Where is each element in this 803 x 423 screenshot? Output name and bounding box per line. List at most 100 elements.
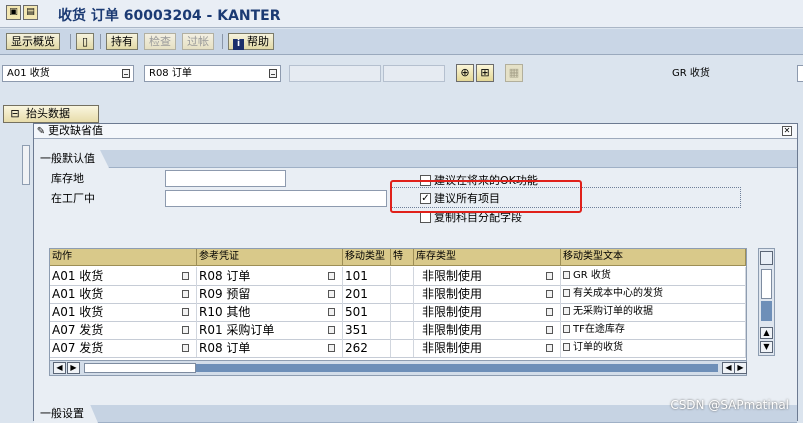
dialog-titlebar: ✎ 更改缺省值 ✕ [34, 124, 797, 139]
window-title: 收货 订单 60003204 - KANTER [58, 8, 281, 24]
table-row[interactable]: A01 收货 R09 预留 201 非限制使用 有关成本中心的发货 [50, 285, 746, 304]
watermark-text: CSDN @SAPmatinal [670, 398, 789, 412]
reference-select[interactable]: R08 订单 [144, 65, 281, 82]
cell-special [391, 303, 414, 321]
cell-reference: R09 预留 [199, 287, 251, 301]
dropdown-icon[interactable] [546, 290, 553, 298]
change-defaults-dialog: ✎ 更改缺省值 ✕ 一般默认值 库存地 在工厂中 建议在将来的OK功能 ✓ 建议所… [33, 123, 798, 423]
doc-icon [563, 307, 570, 315]
help-button-label: 帮助 [247, 35, 269, 48]
window-icons: ▣ ▤ [6, 5, 38, 20]
cell-movement-type: 501 [343, 303, 391, 321]
copy-account-assignment-checkbox[interactable] [420, 212, 431, 223]
cell-movement-text: 无采购订单的收据 [573, 306, 653, 317]
close-icon[interactable]: ✕ [782, 126, 792, 136]
document-number-field[interactable] [289, 65, 381, 82]
document-icon[interactable]: ▤ [23, 5, 38, 20]
dropdown-icon[interactable] [328, 344, 335, 352]
horizontal-scroll-thumb[interactable] [84, 363, 196, 373]
table-row[interactable]: A01 收货 R10 其他 501 非限制使用 无采购订单的收据 [50, 303, 746, 322]
background-tab-stub [22, 145, 30, 185]
cell-reference: R08 订单 [199, 341, 251, 355]
cell-stock-type: 非限制使用 [422, 269, 483, 283]
toolbar-separator [100, 34, 101, 49]
cell-action: A01 收货 [52, 287, 104, 301]
column-header-stock-type[interactable]: 库存类型 [414, 249, 561, 266]
column-header-action[interactable]: 动作 [50, 249, 197, 266]
general-settings-group-title: 一般设置 [34, 405, 98, 423]
cell-movement-text: 订单的收货 [573, 342, 623, 353]
scroll-up-icon[interactable]: ▲ [760, 327, 773, 339]
edit-icon: ✎ [36, 126, 46, 137]
system-menu-icon[interactable]: ▣ [6, 5, 21, 20]
help-button[interactable]: i 帮助 [228, 33, 274, 50]
dropdown-icon[interactable] [546, 272, 553, 280]
application-toolbar: 显示概览 ▯ 持有 检查 过帐 i 帮助 [0, 29, 803, 55]
vertical-scroll-track[interactable] [761, 301, 772, 321]
dropdown-icon[interactable] [328, 272, 335, 280]
scroll-left-icon[interactable]: ◀ [53, 362, 66, 374]
cell-special [391, 339, 414, 357]
cell-action: A01 收货 [52, 269, 104, 283]
dropdown-icon[interactable] [328, 290, 335, 298]
doc-icon [563, 325, 570, 333]
column-header-movement-text[interactable]: 移动类型文本 [561, 249, 746, 266]
table-row[interactable]: A07 发货 R08 订单 262 非限制使用 订单的收货 [50, 339, 746, 358]
dropdown-icon[interactable] [328, 308, 335, 316]
cell-movement-text: TF在途库存 [573, 324, 625, 335]
execute-icon[interactable]: ⊕ [456, 64, 474, 82]
storage-location-input[interactable] [165, 170, 286, 187]
title-bar: ▣ ▤ 收货 订单 60003204 - KANTER [0, 0, 803, 28]
header-data-button[interactable]: ⊟ 抬头数据 [3, 105, 99, 123]
header-data-icon: ⊟ [10, 107, 20, 120]
dropdown-icon[interactable] [182, 326, 189, 334]
column-header-special[interactable]: 特 [391, 249, 414, 266]
column-header-movement-type[interactable]: 移动类型 [343, 249, 391, 266]
new-document-icon[interactable]: ▯ [76, 33, 94, 50]
table-row[interactable]: A07 发货 R01 采购订单 351 非限制使用 TF在途库存 [50, 321, 746, 340]
scroll-right-icon[interactable]: ▶ [67, 362, 80, 374]
in-plant-label: 在工厂中 [51, 192, 95, 205]
table-settings-icon[interactable] [760, 251, 773, 265]
hold-button[interactable]: 持有 [106, 33, 138, 50]
cell-action: A07 发货 [52, 323, 104, 337]
scroll-down-icon[interactable]: ▼ [760, 341, 773, 353]
horizontal-scroll-track[interactable] [196, 364, 718, 372]
search-help-icon[interactable]: ⊞ [476, 64, 494, 82]
cell-movement-text: 有关成本中心的发货 [573, 288, 663, 299]
dropdown-icon[interactable] [182, 344, 189, 352]
highlight-box [390, 180, 582, 213]
scroll-right-end-icon[interactable]: ▶ [734, 362, 747, 374]
column-header-reference[interactable]: 参考凭证 [197, 249, 343, 266]
movement-type-label: GR 收货 [672, 68, 710, 79]
vertical-scrollbar[interactable]: ▲ ▼ [758, 248, 775, 356]
cell-movement-type: 101 [343, 267, 391, 285]
dropdown-icon[interactable] [546, 326, 553, 334]
info-icon: i [233, 39, 244, 50]
in-plant-input[interactable] [165, 190, 387, 207]
storage-location-label: 库存地 [51, 172, 84, 185]
table-row[interactable]: A01 收货 R08 订单 101 非限制使用 GR 收货 [50, 267, 746, 286]
cell-reference: R10 其他 [199, 305, 251, 319]
post-button[interactable]: 过帐 [182, 33, 214, 50]
dropdown-icon[interactable] [182, 272, 189, 280]
action-select[interactable]: A01 收货 [2, 65, 134, 82]
vertical-scroll-thumb[interactable] [761, 269, 772, 299]
cell-stock-type: 非限制使用 [422, 323, 483, 337]
doc-icon [563, 271, 570, 279]
cell-stock-type: 非限制使用 [422, 341, 483, 355]
horizontal-scrollbar[interactable]: ◀ ▶ ◀ ▶ [50, 360, 747, 375]
dropdown-icon[interactable] [182, 290, 189, 298]
reference-select-value: R08 订单 [149, 68, 192, 79]
doc-icon [563, 289, 570, 297]
document-item-field[interactable] [383, 65, 445, 82]
check-button[interactable]: 检查 [144, 33, 176, 50]
default-values-table: 动作 参考凭证 移动类型 特 库存类型 移动类型文本 A01 收货 R08 订单… [49, 248, 747, 376]
doc-icon [563, 343, 570, 351]
toolbar-separator [222, 34, 223, 49]
dropdown-icon[interactable] [546, 344, 553, 352]
display-overview-button[interactable]: 显示概览 [6, 33, 60, 50]
dropdown-icon[interactable] [328, 326, 335, 334]
dropdown-icon[interactable] [182, 308, 189, 316]
dropdown-icon[interactable] [546, 308, 553, 316]
